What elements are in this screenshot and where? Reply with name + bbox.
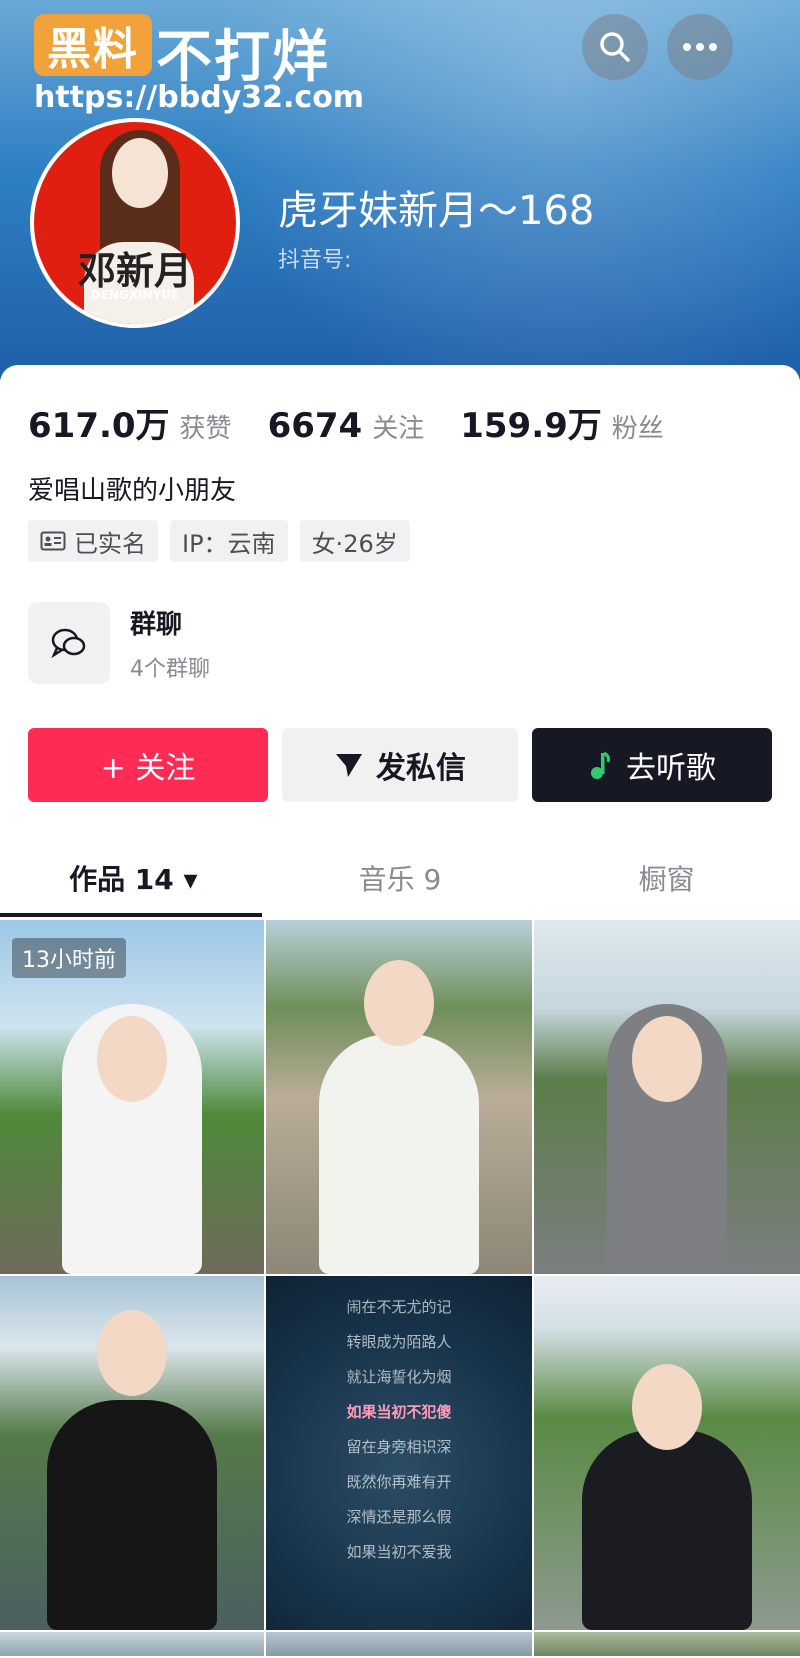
tab-music[interactable]: 音乐 9 xyxy=(267,850,534,920)
thumbnail-face xyxy=(97,1016,167,1102)
gender-age-tag: 女·26岁 xyxy=(299,520,410,562)
stats-row: 617.0万 获赞 6674 关注 159.9万 粉丝 xyxy=(28,398,700,447)
search-button[interactable] xyxy=(582,14,648,80)
lyric-line-highlight: 如果当初不犯傻 xyxy=(346,1403,452,1421)
profile-tabs: 作品 14 ▾ 音乐 9 橱窗 xyxy=(0,850,800,920)
thumbnail-face xyxy=(632,1364,702,1450)
lyric-line: 如果当初不爱我 xyxy=(346,1543,452,1561)
video-grid: 13小时前 闹在不无尤的记 转眼成为陌路人 就让海誓化为烟 如果当初不犯傻 留在… xyxy=(0,920,800,1656)
lyrics-block: 闹在不无尤的记 转眼成为陌路人 就让海誓化为烟 如果当初不犯傻 留在身旁相识深 … xyxy=(266,1296,532,1576)
listen-music-label: 去听歌 xyxy=(626,751,716,786)
group-chat-icon-box xyxy=(28,602,110,684)
more-button[interactable] xyxy=(667,14,733,80)
avatar[interactable]: 邓新月 DENGXINYUE xyxy=(30,118,240,328)
avatar-face xyxy=(112,138,168,208)
video-thumbnail[interactable] xyxy=(266,920,532,1274)
tab-showcase[interactable]: 橱窗 xyxy=(533,850,800,920)
lyrics-video-thumbnail[interactable]: 闹在不无尤的记 转眼成为陌路人 就让海誓化为烟 如果当初不犯傻 留在身旁相识深 … xyxy=(266,1276,532,1630)
video-thumbnail[interactable] xyxy=(534,1276,800,1630)
video-thumbnail[interactable] xyxy=(0,1632,264,1656)
thumbnail-face xyxy=(97,1310,167,1396)
send-icon xyxy=(336,754,362,777)
chat-bubbles-icon xyxy=(51,628,86,659)
lyric-line: 留在身旁相识深 xyxy=(346,1438,452,1456)
thumbnail-person xyxy=(582,1430,752,1630)
message-button[interactable]: 发私信 xyxy=(282,728,518,802)
tag-row: 已实名 IP：云南 女·26岁 xyxy=(28,520,410,562)
group-chat-count: 4个群聊 xyxy=(130,656,210,682)
post-time-badge: 13小时前 xyxy=(12,938,126,978)
tab-works[interactable]: 作品 14 ▾ xyxy=(0,850,267,920)
more-icon xyxy=(683,43,717,51)
watermark-badge: 黑料 xyxy=(34,14,152,76)
verified-tag: 已实名 xyxy=(28,520,158,562)
avatar-name-en: DENGXINYUE xyxy=(90,288,180,302)
music-note-icon xyxy=(591,751,610,779)
username: 虎牙妹新月～168 xyxy=(278,188,595,234)
likes-label: 获赞 xyxy=(179,414,232,444)
followers-count[interactable]: 159.9万 xyxy=(460,398,602,447)
thumbnail-person xyxy=(319,1034,479,1274)
lyric-line: 深情还是那么假 xyxy=(346,1508,452,1526)
likes-count: 617.0万 xyxy=(28,406,170,446)
thumbnail-face xyxy=(632,1016,702,1102)
follow-button[interactable]: + 关注 xyxy=(28,728,268,802)
following-label[interactable]: 关注 xyxy=(372,408,424,445)
id-card-icon xyxy=(40,531,66,551)
lyric-line: 就让海誓化为烟 xyxy=(346,1368,452,1386)
video-thumbnail[interactable] xyxy=(0,1276,264,1630)
watermark-url: https://bbdy32.com xyxy=(34,80,365,115)
ip-tag: IP：云南 xyxy=(170,520,288,562)
video-thumbnail[interactable] xyxy=(534,1632,800,1656)
bio: 爱唱山歌的小朋友 xyxy=(28,476,237,506)
tab-indicator xyxy=(0,913,262,917)
lyric-line: 闹在不无尤的记 xyxy=(346,1298,452,1316)
lyric-line: 既然你再难有开 xyxy=(346,1473,452,1491)
video-thumbnail[interactable]: 13小时前 xyxy=(0,920,264,1274)
listen-music-button[interactable]: 去听歌 xyxy=(532,728,772,802)
verified-tag-label: 已实名 xyxy=(74,529,146,558)
lyric-line: 转眼成为陌路人 xyxy=(346,1333,452,1351)
thumbnail-face xyxy=(364,960,434,1046)
group-chat-entry[interactable]: 群聊 4个群聊 xyxy=(28,602,210,684)
following-count[interactable]: 6674 xyxy=(268,406,363,446)
search-icon xyxy=(600,32,630,62)
message-button-label: 发私信 xyxy=(376,751,466,786)
thumbnail-person xyxy=(47,1400,217,1630)
avatar-name: 邓新月 xyxy=(77,249,192,293)
followers-label[interactable]: 粉丝 xyxy=(612,408,664,445)
douyin-id: 抖音号: xyxy=(278,248,352,273)
video-thumbnail[interactable] xyxy=(266,1632,532,1656)
group-chat-title: 群聊 xyxy=(130,609,183,640)
video-thumbnail[interactable] xyxy=(534,920,800,1274)
